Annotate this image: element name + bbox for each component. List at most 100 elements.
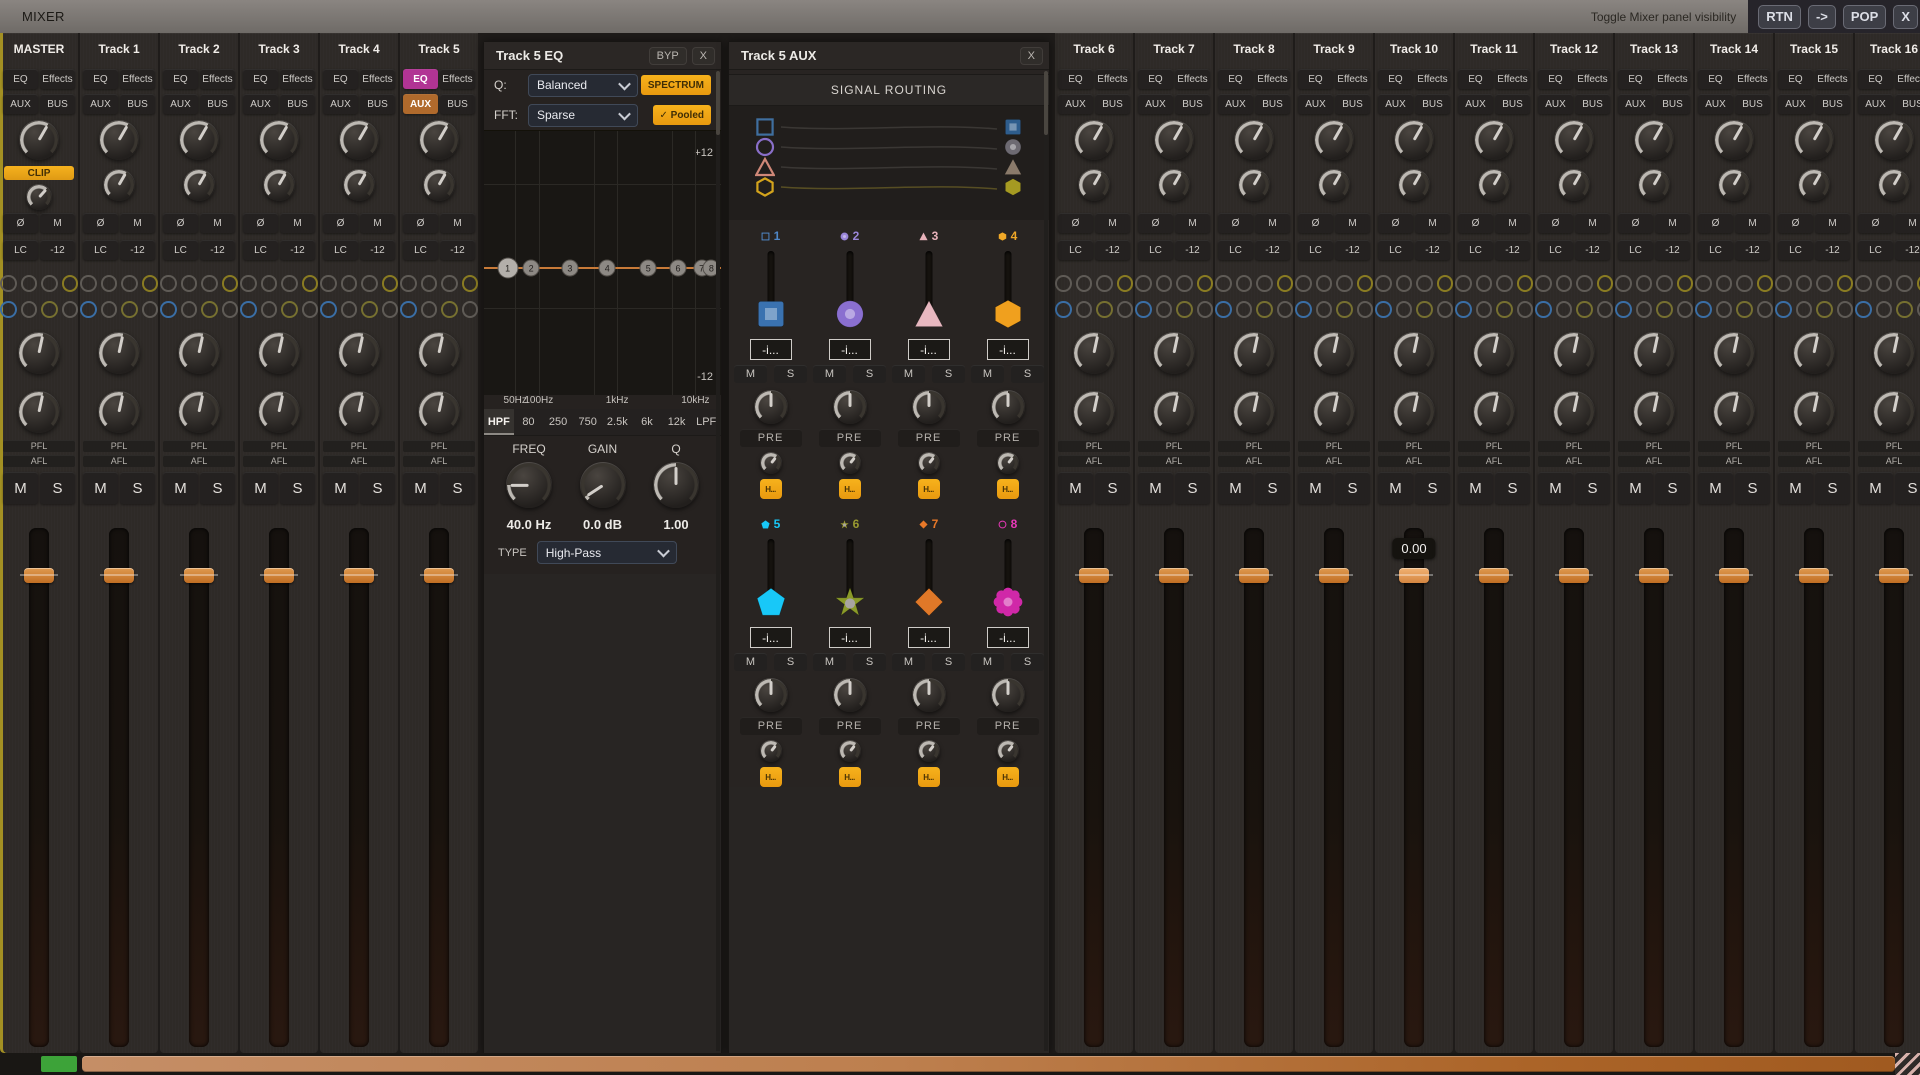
send-key-button[interactable]: H...	[996, 767, 1019, 787]
pad-minus12-button[interactable]: -12	[1095, 240, 1130, 260]
mute-button[interactable]: M	[360, 213, 395, 233]
fader-handle[interactable]	[1075, 568, 1113, 583]
afl-button[interactable]: AFL	[1458, 455, 1530, 467]
aux-level-knob[interactable]	[1873, 332, 1915, 374]
solo-big-button[interactable]: S	[1495, 472, 1530, 504]
gain-knob[interactable]	[419, 120, 459, 160]
mute-button[interactable]: M	[1175, 213, 1210, 233]
send-solo-button[interactable]: S	[1011, 365, 1044, 383]
aux-send-slider[interactable]	[968, 539, 1047, 627]
eq-toggle-button[interactable]: EQ	[1618, 69, 1653, 89]
solo-big-button[interactable]: S	[1735, 472, 1770, 504]
aux-toggle-button[interactable]: AUX	[1778, 94, 1813, 114]
send-solo-button[interactable]: S	[1011, 653, 1044, 671]
afl-button[interactable]: AFL	[1698, 455, 1770, 467]
mute-big-button[interactable]: M	[1138, 472, 1173, 504]
bus-toggle-button[interactable]: BUS	[120, 94, 155, 114]
pfl-button[interactable]: PFL	[403, 440, 475, 452]
pfl-button[interactable]: PFL	[1858, 440, 1920, 452]
eq-toggle-button[interactable]: EQ	[1858, 69, 1893, 89]
fader-handle[interactable]	[180, 568, 218, 583]
eq-toggle-button[interactable]: EQ	[1138, 69, 1173, 89]
bus-toggle-button[interactable]: BUS	[200, 94, 235, 114]
phase-invert-button[interactable]: Ø	[3, 213, 38, 233]
pfl-button[interactable]: PFL	[1058, 440, 1130, 452]
fader-handle[interactable]	[340, 568, 378, 583]
solo-big-button[interactable]: S	[440, 472, 475, 504]
send-solo-button[interactable]: S	[853, 653, 886, 671]
mute-big-button[interactable]: M	[1458, 472, 1493, 504]
effects-toggle-button[interactable]: Effects	[1495, 69, 1530, 89]
eq-band-2-5k[interactable]: 2.5k	[603, 409, 633, 435]
pad-minus12-button[interactable]: -12	[440, 240, 475, 260]
low-cut-button[interactable]: LC	[403, 240, 438, 260]
send-mute-button[interactable]: M	[813, 365, 846, 383]
pan-knob[interactable]	[1158, 169, 1190, 201]
volume-fader[interactable]	[1695, 512, 1773, 1053]
afl-button[interactable]: AFL	[1138, 455, 1210, 467]
aux-send-slider[interactable]	[810, 251, 889, 339]
send-pan-knob[interactable]	[753, 678, 788, 712]
phase-invert-button[interactable]: Ø	[1058, 213, 1093, 233]
fader-track[interactable]	[109, 528, 129, 1047]
send-slider-handle[interactable]	[993, 587, 1023, 617]
pan-knob[interactable]	[423, 169, 455, 201]
monitor-level-knob[interactable]	[1713, 391, 1755, 433]
pfl-button[interactable]: PFL	[1778, 440, 1850, 452]
pop-out-button[interactable]: POP	[1842, 4, 1887, 29]
pfl-button[interactable]: PFL	[1378, 440, 1450, 452]
gain-knob[interactable]	[1874, 120, 1914, 160]
eq-toggle-button[interactable]: EQ	[243, 69, 278, 89]
send-pre-button[interactable]: PRE	[818, 717, 881, 735]
fader-handle[interactable]	[1395, 568, 1433, 583]
eq-toggle-button[interactable]: EQ	[1698, 69, 1733, 89]
volume-fader[interactable]: 0.00	[1375, 512, 1453, 1053]
fader-handle[interactable]	[1715, 568, 1753, 583]
send-trim-knob[interactable]	[759, 740, 782, 762]
send-pre-button[interactable]: PRE	[976, 717, 1039, 735]
monitor-level-knob[interactable]	[338, 391, 380, 433]
volume-fader[interactable]	[1535, 512, 1613, 1053]
mute-big-button[interactable]: M	[1298, 472, 1333, 504]
mute-button[interactable]: M	[1255, 213, 1290, 233]
pan-knob[interactable]	[1238, 169, 1270, 201]
volume-fader[interactable]	[240, 512, 318, 1053]
low-cut-button[interactable]: LC	[3, 240, 38, 260]
pad-minus12-button[interactable]: -12	[1655, 240, 1690, 260]
monitor-level-knob[interactable]	[418, 391, 460, 433]
afl-button[interactable]: AFL	[163, 455, 235, 467]
aux-level-knob[interactable]	[1313, 332, 1355, 374]
fader-track[interactable]	[1884, 528, 1904, 1047]
fader-track[interactable]	[1324, 528, 1344, 1047]
gain-knob[interactable]	[99, 120, 139, 160]
pfl-button[interactable]: PFL	[1698, 440, 1770, 452]
bus-toggle-button[interactable]: BUS	[1095, 94, 1130, 114]
low-cut-button[interactable]: LC	[1618, 240, 1653, 260]
pad-minus12-button[interactable]: -12	[1495, 240, 1530, 260]
solo-big-button[interactable]: S	[1575, 472, 1610, 504]
phase-invert-button[interactable]: Ø	[163, 213, 198, 233]
rtn-button[interactable]: RTN	[1758, 4, 1801, 29]
pan-knob[interactable]	[1318, 169, 1350, 201]
phase-invert-button[interactable]: Ø	[1698, 213, 1733, 233]
fader-handle[interactable]	[1875, 568, 1913, 583]
send-level-value[interactable]: -i...	[828, 339, 871, 360]
pan-knob[interactable]	[103, 169, 135, 201]
pan-knob[interactable]	[263, 169, 295, 201]
bus-toggle-button[interactable]: BUS	[1415, 94, 1450, 114]
low-cut-button[interactable]: LC	[323, 240, 358, 260]
monitor-level-knob[interactable]	[1473, 391, 1515, 433]
eq-toggle-button[interactable]: EQ	[3, 69, 38, 89]
aux-level-knob[interactable]	[1073, 332, 1115, 374]
aux-level-knob[interactable]	[338, 332, 380, 374]
send-key-button[interactable]: H...	[917, 767, 940, 787]
fader-track[interactable]	[269, 528, 289, 1047]
mute-button[interactable]: M	[1815, 213, 1850, 233]
pad-minus12-button[interactable]: -12	[1815, 240, 1850, 260]
pfl-button[interactable]: PFL	[1138, 440, 1210, 452]
send-pre-button[interactable]: PRE	[818, 429, 881, 447]
send-key-button[interactable]: H...	[838, 479, 861, 499]
bus-toggle-button[interactable]: BUS	[1575, 94, 1610, 114]
eq-toggle-button[interactable]: EQ	[1538, 69, 1573, 89]
pan-knob[interactable]	[26, 184, 52, 210]
